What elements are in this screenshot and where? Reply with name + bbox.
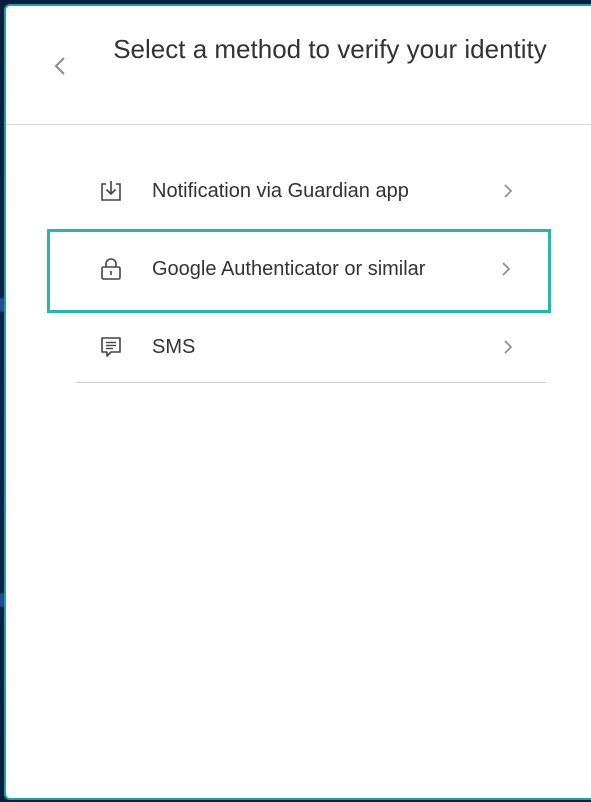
method-guardian-notification[interactable]: Notification via Guardian app bbox=[76, 154, 546, 232]
lock-icon bbox=[101, 258, 121, 280]
chevron-right-icon bbox=[502, 262, 511, 276]
method-label: Notification via Guardian app bbox=[152, 180, 409, 202]
message-icon bbox=[101, 337, 121, 357]
back-button[interactable] bbox=[46, 46, 74, 86]
verification-method-dialog: Select a method to verify your identity … bbox=[4, 4, 591, 800]
chevron-left-icon bbox=[54, 57, 65, 75]
download-tray-icon bbox=[101, 181, 121, 201]
list-divider bbox=[76, 382, 546, 383]
method-sms[interactable]: SMS bbox=[76, 310, 546, 388]
page-title: Select a method to verify your identity bbox=[113, 34, 547, 64]
method-label: SMS bbox=[152, 336, 196, 358]
chevron-right-icon bbox=[504, 184, 513, 198]
dialog-header: Select a method to verify your identity bbox=[6, 6, 591, 125]
chevron-right-icon bbox=[504, 340, 513, 354]
method-google-authenticator[interactable]: Google Authenticator or similar bbox=[47, 229, 551, 313]
method-label: Google Authenticator or similar bbox=[152, 258, 426, 280]
method-list: Notification via Guardian app Google Aut… bbox=[47, 154, 551, 388]
